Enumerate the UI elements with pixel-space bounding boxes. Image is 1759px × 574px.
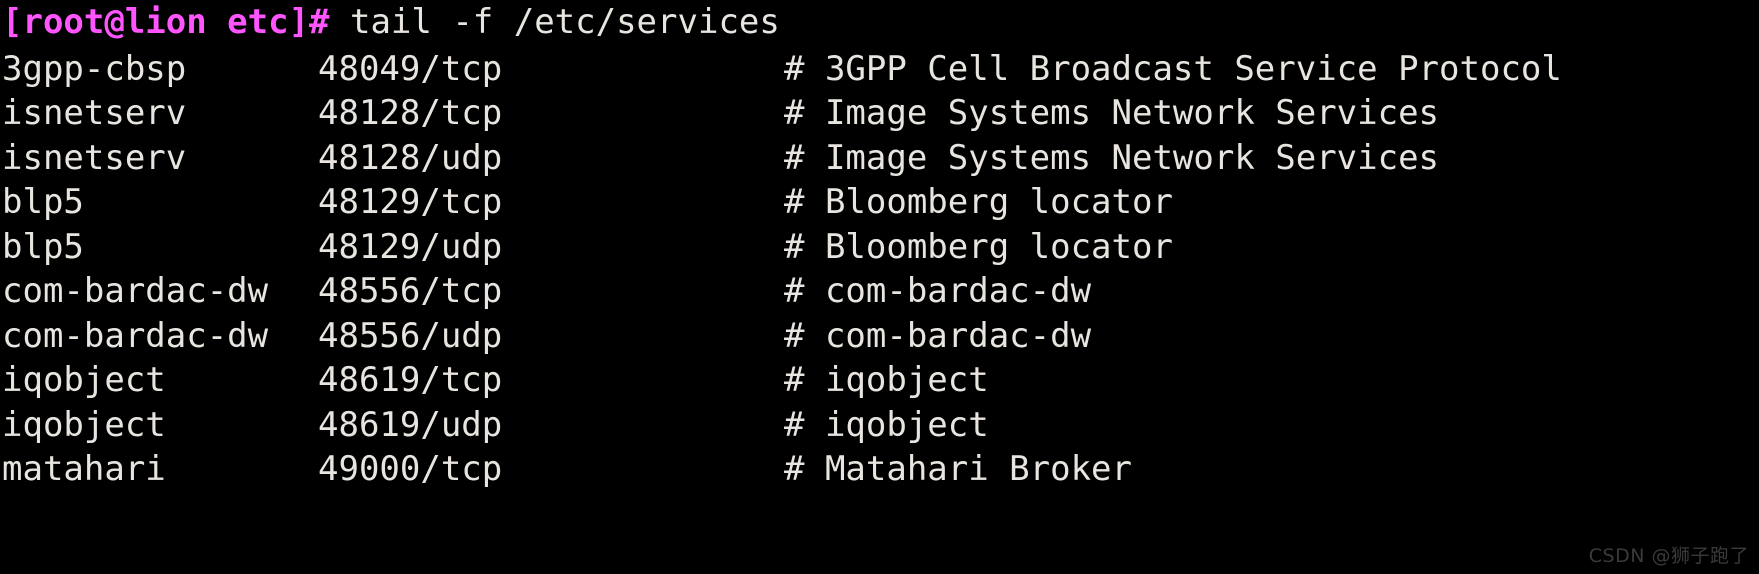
service-name: isnetserv	[2, 93, 187, 133]
service-port: 48129/tcp	[318, 182, 503, 222]
service-port: 48556/udp	[318, 315, 503, 356]
service-port: 48619/tcp	[318, 360, 503, 400]
service-port: 48128/udp	[318, 137, 503, 178]
service-port: 48128/tcp	[318, 93, 503, 133]
service-comment: # Matahari Broker	[784, 449, 1132, 489]
service-comment: # Bloomberg locator	[784, 182, 1173, 222]
service-port: 48619/udp	[318, 404, 503, 445]
service-comment: # Bloomberg locator	[784, 226, 1173, 267]
service-name: com-bardac-dw	[2, 271, 269, 311]
service-comment: # iqobject	[784, 360, 989, 400]
service-name: blp5	[2, 182, 84, 222]
service-row: iqobject 48619/udp # iqobject	[0, 403, 1759, 448]
service-row: iqobject 48619/tcp # iqobject	[0, 358, 1759, 403]
shell-prompt: [root@lion etc]#	[2, 2, 330, 42]
terminal-window[interactable]: [root@lion etc]# tail -f /etc/services 3…	[0, 0, 1759, 574]
service-comment: # Image Systems Network Services	[784, 93, 1440, 133]
shell-command: tail -f /etc/services	[329, 2, 780, 42]
service-name: iqobject	[2, 360, 166, 400]
service-row: 3gpp-cbsp 48049/tcp # 3GPP Cell Broadcast …	[0, 47, 1759, 92]
output-lines: 3gpp-cbsp 48049/tcp # 3GPP Cell Broadcast …	[0, 45, 1759, 492]
service-port: 48129/udp	[318, 226, 503, 267]
service-row: matahari 49000/tcp # Matahari Broker	[0, 447, 1759, 492]
service-row: isnetserv 48128/tcp # Image Systems Networ…	[0, 91, 1759, 136]
service-comment: # com-bardac-dw	[784, 315, 1092, 356]
service-comment: # iqobject	[784, 404, 989, 445]
service-comment: # 3GPP Cell Broadcast Service Protocol	[784, 48, 1562, 89]
service-comment: # com-bardac-dw	[784, 271, 1092, 311]
service-comment: # Image Systems Network Services	[784, 137, 1440, 178]
service-row: com-bardac-dw 48556/tcp # com-bardac-dw	[0, 269, 1759, 314]
service-name: isnetserv	[2, 137, 187, 178]
service-port: 48049/tcp	[318, 48, 503, 89]
service-name: matahari	[2, 449, 166, 489]
watermark: CSDN @狮子跑了	[1588, 545, 1749, 567]
service-name: iqobject	[2, 404, 166, 445]
service-name: com-bardac-dw	[2, 315, 269, 356]
service-row: blp5 48129/tcp # Bloomberg locator	[0, 180, 1759, 225]
service-row: blp5 48129/udp # Bloomberg locator	[0, 225, 1759, 270]
service-row: isnetserv 48128/udp # Image Systems Networ…	[0, 136, 1759, 181]
command-line: [root@lion etc]# tail -f /etc/services	[0, 0, 1759, 45]
service-port: 49000/tcp	[318, 449, 503, 489]
service-name: 3gpp-cbsp	[2, 48, 187, 89]
service-port: 48556/tcp	[318, 271, 503, 311]
service-row: com-bardac-dw 48556/udp # com-bardac-dw	[0, 314, 1759, 359]
service-name: blp5	[2, 226, 84, 267]
